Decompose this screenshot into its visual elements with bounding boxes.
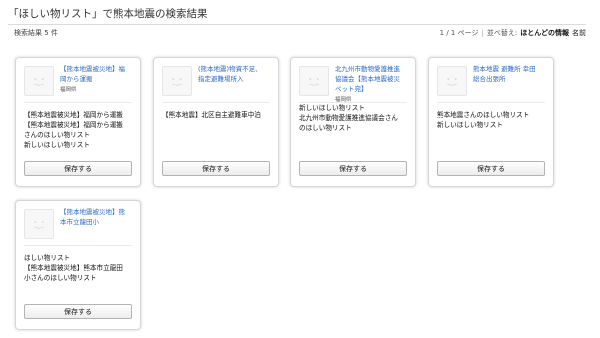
- avatar: [437, 66, 467, 96]
- title-divider: [8, 24, 586, 25]
- pager-separator: |: [481, 29, 484, 37]
- smiley-placeholder-icon: [172, 78, 182, 86]
- wishlist-card: 【熊本地震被災地】福 岡から運搬 福岡県 【熊本地震被災地】福岡から運搬 【熊本…: [15, 57, 141, 187]
- smiley-placeholder-icon: [309, 78, 319, 86]
- card-divider: [24, 245, 132, 246]
- wishlist-title-link[interactable]: (熊本地震)物資不足、 指定避難場所入: [198, 64, 272, 84]
- sort-label: 並べ替え:: [486, 29, 518, 37]
- pager-bar: 1 / 1 ページ | 並べ替え: ほとんどの情報 名前: [440, 28, 586, 38]
- avatar: [24, 209, 54, 239]
- results-count: 検索結果 5 件: [14, 29, 58, 37]
- avatar: [24, 66, 54, 96]
- card-divider: [162, 102, 270, 103]
- wishlist-title-link[interactable]: 【熊本地震被災地】福 岡から運搬: [60, 64, 134, 84]
- page-indicator: 1 / 1 ページ: [439, 29, 479, 37]
- location-label: 福岡県: [60, 87, 77, 93]
- wishlist-title-link[interactable]: 【熊本地震被災地】熊 本市立龍田小: [60, 207, 134, 227]
- card-description: 【熊本地震被災地】福岡から運搬 【熊本地震被災地】福岡から運搬 さんのほしい物リ…: [24, 111, 123, 149]
- save-button[interactable]: 保存する: [162, 161, 270, 176]
- smiley-placeholder-icon: [447, 78, 457, 86]
- sort-option-name[interactable]: 名前: [572, 29, 586, 37]
- smiley-placeholder-icon: [34, 78, 44, 86]
- page-title: 「ほしい物リスト」で熊本地震の検索結果: [8, 8, 208, 20]
- avatar: [299, 66, 329, 96]
- wishlist-card: 【熊本地震被災地】熊 本市立龍田小 ほしい物リスト 【熊本地震被災地】熊本市立龍…: [15, 200, 141, 330]
- save-button[interactable]: 保存する: [24, 161, 132, 176]
- avatar: [162, 66, 192, 96]
- card-divider: [24, 102, 132, 103]
- wishlist-card: 熊本地震 避難所 幸田 総合出張所 熊本地震さんのほしい物リスト 新しいほしい物…: [428, 57, 554, 187]
- sort-option-most-info[interactable]: ほとんどの情報: [520, 29, 569, 37]
- card-description: 【熊本地震】北区自主避難車中泊: [162, 111, 261, 119]
- wishlist-title-link[interactable]: 北九州市動物愛護推進 協議会【熊本地震被災 ペット宛】: [335, 64, 409, 94]
- save-button[interactable]: 保存する: [24, 304, 132, 319]
- save-button[interactable]: 保存する: [299, 161, 407, 176]
- wishlist-title-link[interactable]: 熊本地震 避難所 幸田 総合出張所: [473, 64, 547, 84]
- wishlist-card: (熊本地震)物資不足、 指定避難場所入 【熊本地震】北区自主避難車中泊 保存する: [153, 57, 279, 187]
- save-button[interactable]: 保存する: [437, 161, 545, 176]
- card-description: 新しいほしい物リスト 北九州市動物愛護推進協議会さん のほしい物リスト: [299, 104, 398, 132]
- smiley-placeholder-icon: [34, 221, 44, 229]
- card-description: 熊本地震さんのほしい物リスト 新しいほしい物リスト: [437, 111, 530, 129]
- wishlist-card: 北九州市動物愛護推進 協議会【熊本地震被災 ペット宛】 福岡県 新しいほしい物リ…: [290, 57, 416, 187]
- card-description: ほしい物リスト 【熊本地震被災地】熊本市立龍田 小さんのほしい物リスト: [24, 254, 123, 282]
- card-divider: [437, 102, 545, 103]
